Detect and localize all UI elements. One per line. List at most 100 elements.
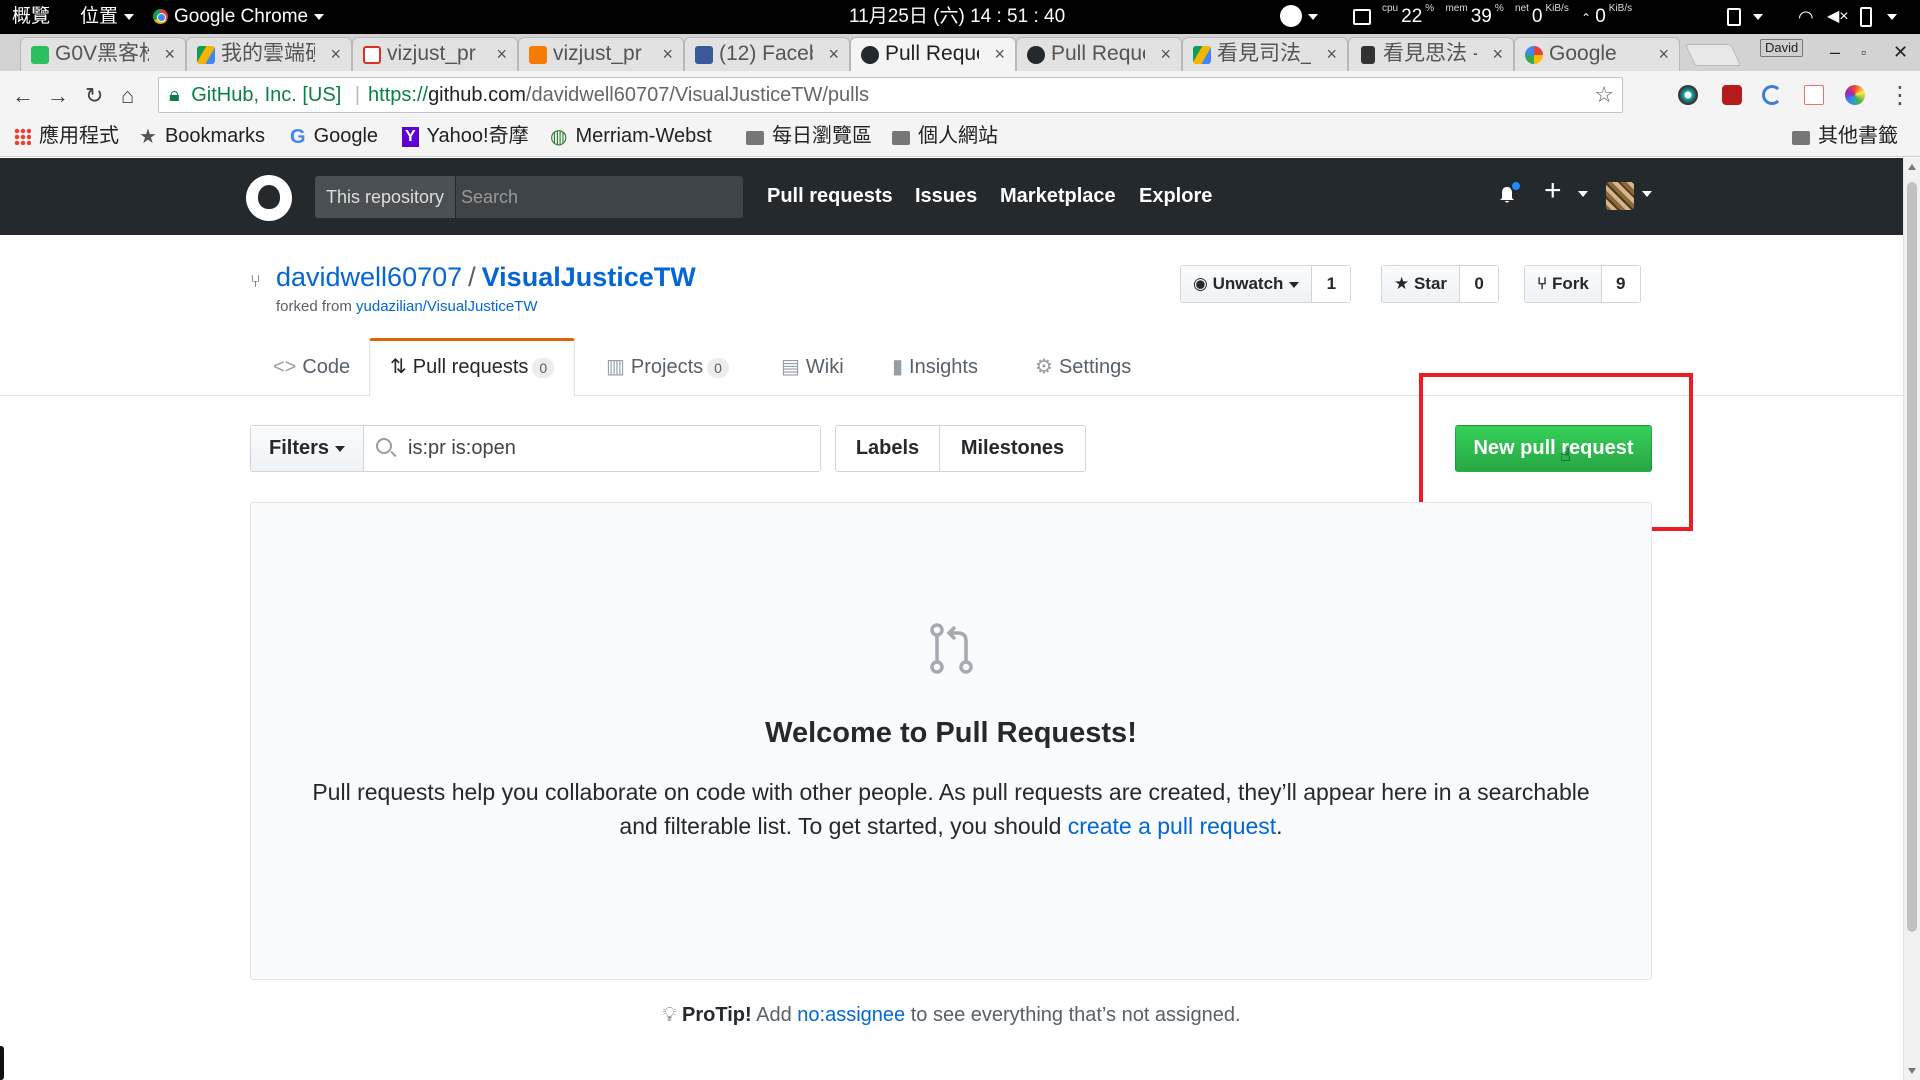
browser-tab[interactable]: Google × bbox=[1514, 37, 1680, 71]
browser-tab-active[interactable]: Pull Reque × bbox=[850, 37, 1016, 71]
labels-button[interactable]: Labels bbox=[836, 426, 940, 471]
scrollbar-thumb[interactable] bbox=[1907, 182, 1917, 932]
reload-icon[interactable]: ↻ bbox=[85, 83, 103, 109]
forward-icon[interactable]: → bbox=[47, 83, 69, 109]
clipboard-menu[interactable] bbox=[1727, 0, 1763, 34]
close-icon[interactable]: × bbox=[1326, 38, 1337, 70]
bookmark-star-icon[interactable]: ☆ bbox=[1594, 78, 1614, 112]
ublock-icon[interactable] bbox=[1722, 85, 1742, 105]
home-icon[interactable]: ⌂ bbox=[121, 83, 134, 109]
chevron-down-icon bbox=[1642, 191, 1652, 197]
close-icon[interactable]: × bbox=[164, 38, 175, 70]
filter-search-input[interactable] bbox=[364, 426, 820, 471]
star-button-group: ★ Star 0 bbox=[1381, 265, 1500, 303]
maximize-icon[interactable]: ▫ bbox=[1861, 44, 1866, 60]
places-menu[interactable]: 位置 bbox=[80, 0, 135, 34]
fork-button[interactable]: ⑂ Fork bbox=[1525, 266, 1602, 302]
net-up-arrow-icon: ⌃ bbox=[1581, 11, 1592, 25]
forked-from-link[interactable]: yudazilian/VisualJusticeTW bbox=[356, 298, 537, 315]
browser-tab[interactable]: 我的雲端硬 × bbox=[186, 37, 352, 71]
watch-count[interactable]: 1 bbox=[1312, 266, 1351, 302]
search-input[interactable] bbox=[461, 176, 731, 218]
scroll-down-icon[interactable] bbox=[1908, 1068, 1916, 1074]
fork-count[interactable]: 9 bbox=[1601, 266, 1640, 302]
tab-wiki-label: Wiki bbox=[805, 356, 844, 378]
browser-tab[interactable]: 看見思法 - × bbox=[1348, 37, 1514, 71]
protip-post: to see everything that’s not assigned. bbox=[910, 1004, 1241, 1026]
new-tab-button[interactable] bbox=[1684, 44, 1742, 66]
clock[interactable]: 11月25日 (六) 14 : 51 : 40 bbox=[849, 0, 1065, 34]
accessibility-menu[interactable] bbox=[1280, 0, 1318, 34]
tab-insights[interactable]: ▮ Insights bbox=[892, 338, 978, 396]
bookmark-label: Merriam-Webst bbox=[575, 125, 712, 147]
color-picker-icon[interactable] bbox=[1845, 85, 1865, 105]
watch-button[interactable]: ◉ Unwatch bbox=[1181, 266, 1313, 302]
tab-wiki[interactable]: ▤ Wiki bbox=[781, 338, 844, 396]
address-bar[interactable]: 🔒︎ GitHub, Inc. [US] | https://github.com… bbox=[158, 77, 1623, 113]
create-new-icon[interactable]: + bbox=[1544, 174, 1562, 208]
tab-pull-requests[interactable]: ⇅ Pull requests 0 bbox=[369, 338, 576, 397]
avatar[interactable] bbox=[1606, 182, 1634, 210]
bookmark-google[interactable]: G Google bbox=[290, 119, 378, 154]
close-icon[interactable]: × bbox=[662, 38, 673, 70]
nav-issues[interactable]: Issues bbox=[915, 158, 977, 235]
bookmark-yahoo[interactable]: Y Yahoo!奇摩 bbox=[402, 119, 529, 153]
close-icon[interactable]: × bbox=[330, 38, 341, 70]
bookmark-apps[interactable]: 應用程式 bbox=[14, 119, 119, 153]
browser-tab[interactable]: vizjust_pr × bbox=[518, 37, 684, 71]
cpu-label: cpu bbox=[1382, 3, 1399, 14]
close-icon[interactable]: × bbox=[828, 38, 839, 70]
repo-name-link[interactable]: VisualJusticeTW bbox=[482, 262, 696, 292]
browser-tab[interactable]: vizjust_pr × bbox=[352, 37, 518, 71]
bookmark-folder-daily[interactable]: 每日瀏覽區 bbox=[746, 119, 872, 153]
extension-icon[interactable] bbox=[1762, 85, 1782, 105]
activities-button[interactable]: 概覽 bbox=[12, 0, 50, 34]
browser-tab[interactable]: (12) Faceb × bbox=[684, 37, 850, 71]
browser-toolbar: ← → ↻ ⌂ 🔒︎ GitHub, Inc. [US] | https://gi… bbox=[0, 71, 1920, 119]
bookmark-bookmarks[interactable]: ★ Bookmarks bbox=[139, 119, 265, 154]
close-icon[interactable]: × bbox=[496, 38, 507, 70]
system-top-bar: 概覽 位置 Google Chrome 11月25日 (六) 14 : 51 :… bbox=[0, 0, 1920, 34]
nav-explore[interactable]: Explore bbox=[1139, 158, 1212, 235]
close-icon[interactable]: × bbox=[1492, 38, 1503, 70]
tab-projects[interactable]: ▥ Projects 0 bbox=[606, 338, 729, 396]
nav-pull-requests[interactable]: Pull requests bbox=[767, 158, 893, 235]
browser-tab[interactable]: G0V黑客松 × bbox=[20, 37, 186, 71]
repo-owner-link[interactable]: davidwell60707 bbox=[276, 262, 462, 292]
other-bookmarks[interactable]: 其他書籤 bbox=[1792, 119, 1898, 153]
calendar-extension-icon[interactable] bbox=[1804, 85, 1824, 105]
star-button[interactable]: ★ Star bbox=[1382, 266, 1461, 302]
milestones-button[interactable]: Milestones bbox=[940, 426, 1085, 471]
mem-unit: % bbox=[1494, 3, 1504, 14]
close-icon[interactable]: × bbox=[1160, 38, 1171, 70]
create-pull-request-link[interactable]: create a pull request bbox=[1068, 813, 1276, 839]
url-host: github.com bbox=[428, 84, 526, 106]
menu-kebab-icon[interactable]: ⋮ bbox=[1888, 81, 1912, 110]
close-icon[interactable]: × bbox=[994, 38, 1005, 70]
close-window-icon[interactable]: ✕ bbox=[1893, 42, 1908, 63]
clipboard-icon bbox=[1727, 7, 1741, 26]
google-drive-icon bbox=[1193, 46, 1211, 64]
status-menu[interactable]: ◠ ◀× bbox=[1798, 0, 1898, 34]
browser-tab[interactable]: 看見司法_ × bbox=[1182, 37, 1348, 71]
minimize-icon[interactable]: – bbox=[1830, 42, 1840, 63]
back-icon[interactable]: ← bbox=[12, 83, 34, 109]
filters-button[interactable]: Filters bbox=[251, 426, 364, 471]
close-icon[interactable]: × bbox=[1658, 38, 1669, 70]
browser-tab[interactable]: Pull Reque × bbox=[1016, 37, 1182, 71]
nav-marketplace[interactable]: Marketplace bbox=[1000, 158, 1116, 235]
protip: 💡︎ ProTip! Add no:assignee to see everyt… bbox=[0, 1004, 1903, 1027]
star-count[interactable]: 0 bbox=[1460, 266, 1499, 302]
extension-icon[interactable] bbox=[1678, 85, 1698, 105]
bookmark-folder-personal[interactable]: 個人網站 bbox=[892, 119, 998, 153]
no-assignee-link[interactable]: no:assignee bbox=[797, 1004, 905, 1026]
page-scrollbar[interactable] bbox=[1903, 158, 1920, 1080]
scroll-up-icon[interactable] bbox=[1908, 164, 1916, 170]
app-menu[interactable]: Google Chrome bbox=[153, 0, 325, 34]
system-monitor[interactable]: cpu 22% mem 39% net 0 KiB/s ⌃ 0 KiB/s bbox=[1353, 0, 1635, 34]
tab-settings[interactable]: ⚙ Settings bbox=[1035, 338, 1131, 396]
bookmark-merriam-webster[interactable]: ◍ Merriam-Webst bbox=[550, 119, 728, 154]
github-logo-icon[interactable] bbox=[246, 175, 292, 221]
tab-code[interactable]: <> Code bbox=[273, 338, 350, 396]
profile-button[interactable]: David bbox=[1760, 39, 1804, 57]
